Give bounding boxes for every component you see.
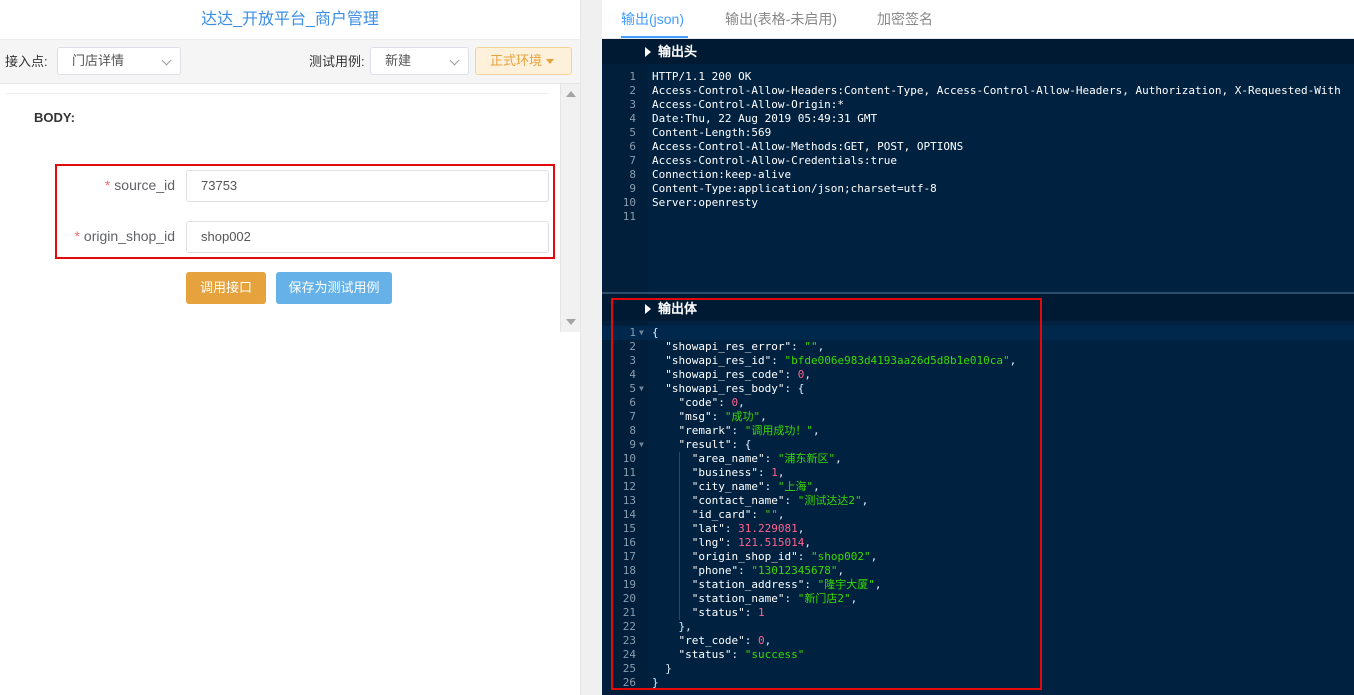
toolbar: 接入点: 门店详情 测试用例: 新建 正式环境	[0, 40, 580, 84]
line-number: 5	[629, 126, 636, 139]
code-line: 3 Access-Control-Allow-Origin:*	[602, 98, 1354, 112]
field-label-source-id: * source_id	[104, 177, 175, 193]
call-api-button[interactable]: 调用接口	[186, 272, 266, 304]
vertical-scrollbar[interactable]	[560, 84, 580, 332]
line-number: 7	[629, 154, 636, 167]
line-number: 6	[629, 140, 636, 153]
field-label-origin-shop-id: * origin_shop_id	[74, 228, 175, 244]
chevron-down-icon	[161, 55, 172, 66]
save-test-case-button[interactable]: 保存为测试用例	[276, 272, 392, 304]
line-number: 10	[622, 196, 636, 209]
access-point-label: 接入点:	[5, 54, 48, 69]
code-text: Access-Control-Allow-Headers:Content-Typ…	[652, 84, 1341, 97]
pane-divider[interactable]	[602, 292, 1354, 294]
code-line: 5 Content-Length:569	[602, 126, 1354, 140]
test-case-label: 测试用例:	[309, 54, 365, 69]
line-number: 9	[629, 182, 636, 195]
required-asterisk: *	[74, 228, 80, 244]
code-line: 6 Access-Control-Allow-Methods:GET, POST,…	[602, 140, 1354, 154]
test-case-select[interactable]: 新建	[370, 47, 469, 75]
code-text: HTTP/1.1 200 OK	[652, 70, 752, 83]
source-id-input[interactable]: 73753	[186, 170, 549, 202]
active-tab-indicator	[621, 36, 688, 38]
code-text: Content-Length:569	[652, 126, 772, 139]
test-case-value: 新建	[385, 53, 412, 68]
header-section-toggle[interactable]: 输出头	[602, 40, 1354, 64]
code-line: 8 Connection:keep-alive	[602, 168, 1354, 182]
code-line: 11	[602, 210, 1354, 224]
environment-dropdown-button[interactable]: 正式环境	[475, 47, 572, 75]
code-line: 7 Access-Control-Allow-Credentials:true	[602, 154, 1354, 168]
output-tabs: 输出(json) 输出(表格-未启用) 加密签名	[602, 0, 1354, 39]
environment-label: 正式环境	[490, 53, 543, 68]
code-line: 10 Server:openresty	[602, 196, 1354, 210]
origin-shop-id-input[interactable]: shop002	[186, 221, 549, 253]
scroll-up-arrow-icon[interactable]	[566, 91, 576, 97]
line-number: 8	[629, 168, 636, 181]
code-line: 9 Content-Type:application/json;charset=u…	[602, 182, 1354, 196]
code-text: Date:Thu, 22 Aug 2019 05:49:31 GMT	[652, 112, 878, 125]
line-number: 4	[629, 112, 636, 125]
tab-encrypt-sign[interactable]: 加密签名	[877, 0, 933, 38]
request-panel: 达达_开放平台_商户管理 接入点: 门店详情 测试用例: 新建 正式环境 BOD…	[0, 0, 580, 695]
highlight-box-response	[611, 298, 1042, 690]
code-text: Connection:keep-alive	[652, 168, 792, 181]
code-text: Access-Control-Allow-Credentials:true	[652, 154, 898, 167]
line-number: 1	[629, 70, 636, 83]
code-line: 2 Access-Control-Allow-Headers:Content-Ty…	[602, 84, 1354, 98]
code-text: Access-Control-Allow-Methods:GET, POST, …	[652, 140, 964, 153]
code-line: 1 HTTP/1.1 200 OK	[602, 70, 1354, 84]
access-point-select[interactable]: 门店详情	[57, 47, 181, 75]
header-code-editor[interactable]: 1 HTTP/1.1 200 OK 2 Access-Control-Allow-He…	[602, 64, 1354, 292]
app-title: 达达_开放平台_商户管理	[0, 0, 580, 40]
caret-right-icon	[645, 47, 651, 57]
required-asterisk: *	[104, 177, 111, 193]
line-number: 3	[629, 98, 636, 111]
code-text: Content-Type:application/json;charset=ut…	[652, 182, 937, 195]
divider	[6, 93, 548, 94]
line-number: 11	[622, 210, 636, 223]
chevron-down-icon	[449, 55, 460, 66]
code-line: 4 Date:Thu, 22 Aug 2019 05:49:31 GMT	[602, 112, 1354, 126]
header-section-title: 输出头	[658, 44, 698, 59]
tab-output-json[interactable]: 输出(json)	[621, 0, 684, 38]
code-text: Server:openresty	[652, 196, 758, 209]
access-point-value: 门店详情	[72, 53, 125, 68]
tab-output-table[interactable]: 输出(表格-未启用)	[725, 0, 837, 38]
scroll-down-arrow-icon[interactable]	[566, 319, 576, 325]
body-section-title: BODY:	[34, 110, 75, 125]
code-text: Access-Control-Allow-Origin:*	[652, 98, 845, 111]
panel-splitter[interactable]	[580, 0, 602, 695]
caret-down-icon	[546, 59, 554, 64]
line-number: 2	[629, 84, 636, 97]
